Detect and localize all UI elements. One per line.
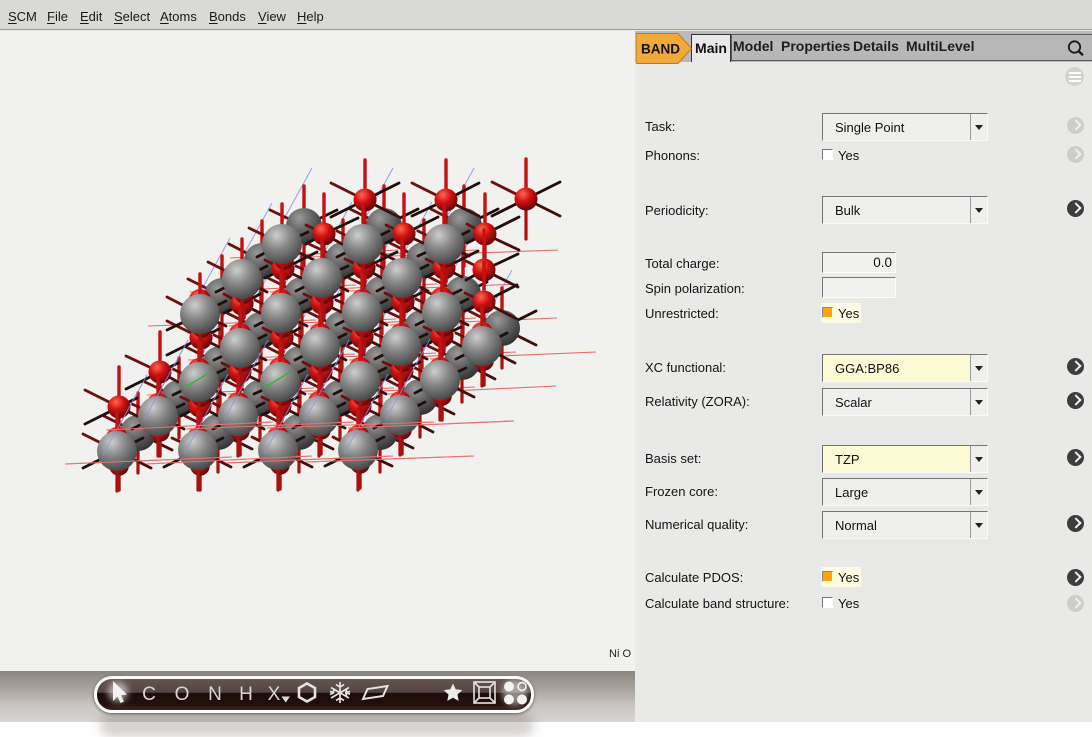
svg-text:C: C [142, 684, 156, 705]
svg-text:N: N [208, 684, 222, 705]
svg-text:BAND: BAND [641, 42, 680, 57]
svg-text:O: O [175, 684, 190, 705]
svg-text:H: H [239, 684, 253, 705]
svg-text:X: X [268, 684, 281, 705]
